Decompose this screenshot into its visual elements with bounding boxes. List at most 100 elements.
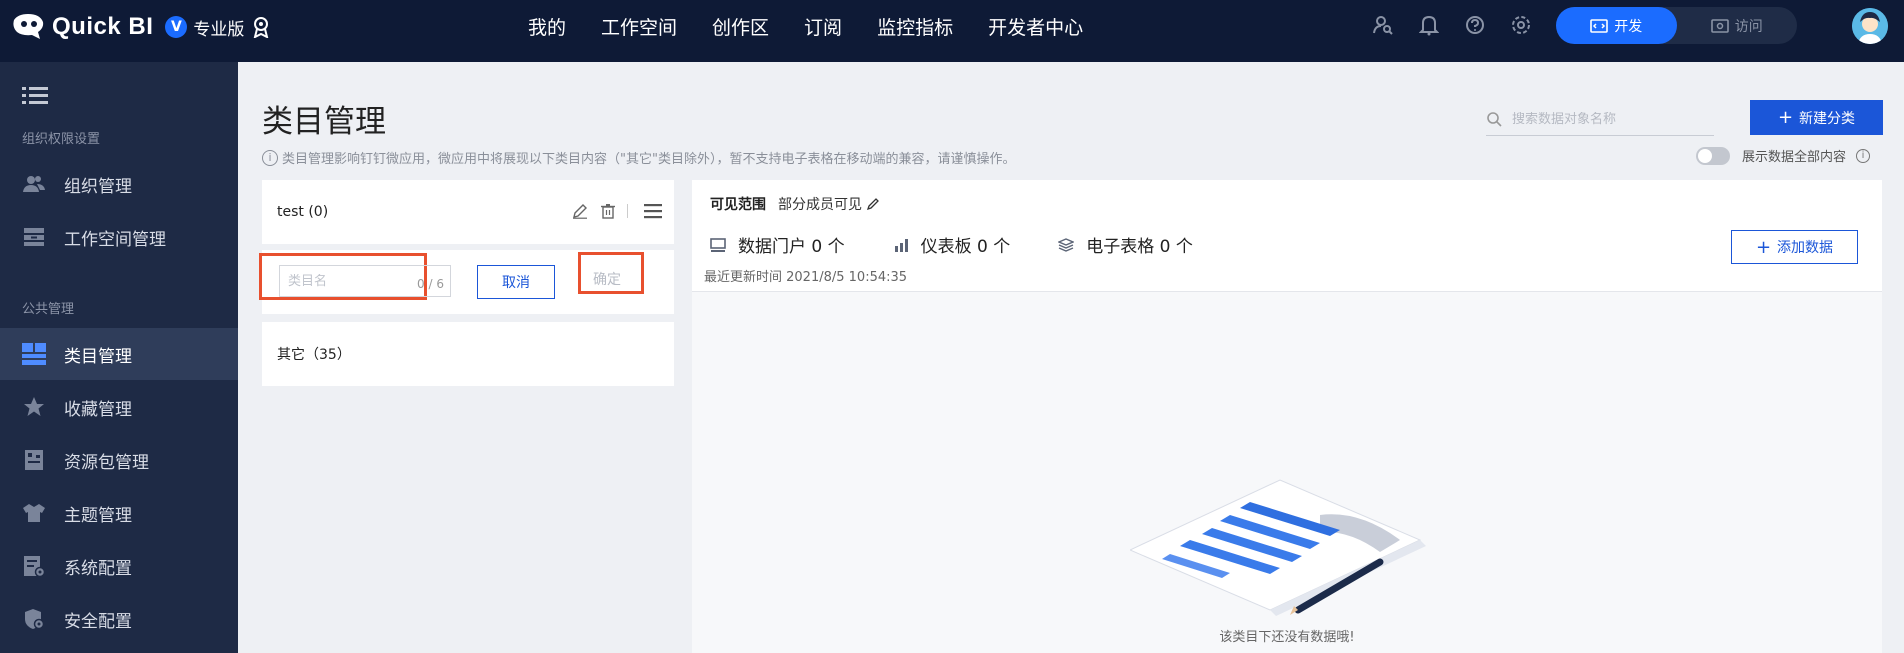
portal-icon [710, 237, 726, 252]
category-test-label: test (0) [277, 204, 329, 220]
sidebar-item-label: 安全配置 [64, 611, 132, 632]
bell-icon[interactable] [1416, 12, 1442, 38]
sidebar-item-label: 组织管理 [64, 176, 132, 197]
sidebar-item-system[interactable]: 系统配置 [0, 540, 238, 592]
sidebar-item-label: 类目管理 [64, 346, 132, 367]
config-icon [22, 554, 46, 578]
show-all-label: 展示数据全部内容 [1742, 150, 1847, 165]
sidebar-item-package[interactable]: 资源包管理 [0, 434, 238, 486]
sidebar-item-category[interactable]: 类目管理 [0, 328, 238, 380]
gear-icon[interactable] [1508, 12, 1534, 38]
quickbi-logo-icon [13, 14, 44, 39]
info-icon: i [262, 149, 278, 166]
develop-label: 开发 [1614, 18, 1643, 35]
sidebar-item-security[interactable]: 安全配置 [0, 593, 238, 645]
edit-scope-icon[interactable] [866, 197, 880, 211]
page-hint-text: 类目管理影响钉钉微应用，微应用中将展现以下类目内容（"其它"类目除外），暂不支持… [282, 152, 1016, 167]
empty-state-text: 该类目下还没有数据哦! [1219, 630, 1355, 645]
category-actions [563, 200, 664, 222]
last-updated: 最近更新时间 2021/8/5 10:54:35 [704, 270, 908, 285]
medal-icon [254, 17, 269, 38]
info-icon[interactable]: i [1856, 148, 1871, 163]
delete-icon[interactable] [597, 200, 619, 222]
mode-switch: 开发 访问 [1556, 7, 1797, 44]
stat-dashboard: 仪表板 0 个 [893, 232, 1011, 257]
char-count: 0 / 6 [417, 277, 444, 291]
show-all-toggle[interactable] [1696, 146, 1730, 165]
new-category-button[interactable]: + 新建分类 [1750, 100, 1883, 135]
add-data-label: 添加数据 [1777, 240, 1834, 256]
add-data-button[interactable]: + 添加数据 [1731, 230, 1858, 264]
stat-portal-label: 数据门户 0 个 [738, 237, 845, 257]
nav-create[interactable]: 创作区 [712, 13, 769, 40]
plus-icon: + [1755, 236, 1772, 258]
edit-icon[interactable] [569, 200, 591, 222]
visit-label: 访问 [1734, 18, 1763, 35]
sidebar-item-favorites[interactable]: 收藏管理 [0, 381, 238, 433]
edition-badge: V 专业版 [165, 15, 270, 40]
category-item-test[interactable]: test (0) [262, 180, 674, 244]
main-nav: 我的 工作空间 创作区 订阅 监控指标 开发者中心 [528, 0, 1118, 52]
nav-mine[interactable]: 我的 [528, 13, 566, 40]
page-title: 类目管理 [262, 104, 386, 140]
search-input[interactable] [1512, 111, 1702, 127]
sidebar-item-label: 工作空间管理 [64, 229, 166, 250]
stat-portal: 数据门户 0 个 [710, 232, 845, 257]
show-all-toggle-row: 展示数据全部内容 i [1696, 146, 1871, 165]
shield-icon [22, 607, 46, 631]
dashboard-icon [894, 238, 908, 252]
page-hint: i 类目管理影响钉钉微应用，微应用中将展现以下类目内容（"其它"类目除外），暂不… [262, 148, 1015, 167]
stat-spreadsheet: 电子表格 0 个 [1058, 232, 1193, 257]
sidebar-item-label: 系统配置 [64, 558, 132, 579]
sidebar-group-public: 公共管理 [22, 302, 75, 317]
detail-header: 可见范围 部分成员可见 数据门户 0 个 仪表板 0 个 电子表格 0 个 最近… [692, 180, 1882, 292]
sidebar-item-theme[interactable]: 主题管理 [0, 487, 238, 539]
edition-label: 专业版 [193, 19, 245, 40]
search-icon [1487, 112, 1502, 127]
divider [627, 204, 628, 218]
users-icon [22, 172, 46, 196]
visit-mode-button[interactable]: 访问 [1677, 7, 1798, 44]
nav-monitor[interactable]: 监控指标 [877, 13, 953, 40]
top-navbar: Quick BI V 专业版 我的 工作空间 创作区 订阅 监控指标 开发者中心 [0, 0, 1904, 62]
search-user-icon[interactable] [1370, 12, 1396, 38]
sidebar-item-label: 资源包管理 [64, 452, 149, 473]
new-category-editor: 0 / 6 取消 确定 [259, 250, 674, 314]
category-detail-panel: 可见范围 部分成员可见 数据门户 0 个 仪表板 0 个 电子表格 0 个 最近… [692, 180, 1882, 653]
sidebar-group-org: 组织权限设置 [22, 132, 101, 147]
stat-dashboard-label: 仪表板 0 个 [920, 237, 1011, 257]
edition-v-icon: V [165, 16, 188, 38]
develop-icon [1590, 18, 1609, 33]
stat-spreadsheet-label: 电子表格 0 个 [1086, 237, 1193, 257]
package-icon [22, 448, 46, 472]
empty-state-illustration [1130, 479, 1426, 616]
sidebar-item-label: 收藏管理 [64, 399, 132, 420]
category-item-other[interactable]: 其它（35） [262, 322, 674, 386]
search-box [1486, 103, 1714, 136]
category-name-field[interactable]: 0 / 6 [279, 265, 451, 297]
brand-name: Quick BI [52, 13, 154, 40]
category-icon [22, 342, 46, 366]
workspace-icon [22, 225, 46, 249]
avatar[interactable] [1852, 8, 1888, 44]
sidebar-item-workspace[interactable]: 工作空间管理 [0, 211, 238, 263]
category-name-input[interactable] [288, 273, 408, 289]
sidebar-item-org[interactable]: 组织管理 [0, 158, 238, 210]
star-icon [22, 395, 46, 419]
nav-workspace[interactable]: 工作空间 [601, 13, 677, 40]
drag-menu-icon[interactable] [642, 200, 664, 222]
help-icon[interactable] [1462, 12, 1488, 38]
develop-mode-button[interactable]: 开发 [1556, 7, 1677, 44]
plus-icon: + [1777, 107, 1794, 128]
menu-collapse-icon[interactable] [22, 86, 48, 106]
confirm-button[interactable]: 确定 [578, 262, 636, 295]
top-icons [1370, 12, 1554, 38]
visible-scope: 可见范围 部分成员可见 [710, 194, 880, 214]
logo[interactable]: Quick BI V 专业版 [10, 12, 270, 42]
sidebar-item-label: 主题管理 [64, 505, 132, 526]
new-category-label: 新建分类 [1799, 110, 1856, 127]
nav-subscribe[interactable]: 订阅 [804, 13, 842, 40]
visible-scope-key: 可见范围 [710, 197, 766, 213]
nav-developer[interactable]: 开发者中心 [988, 13, 1083, 40]
cancel-button[interactable]: 取消 [477, 265, 555, 299]
